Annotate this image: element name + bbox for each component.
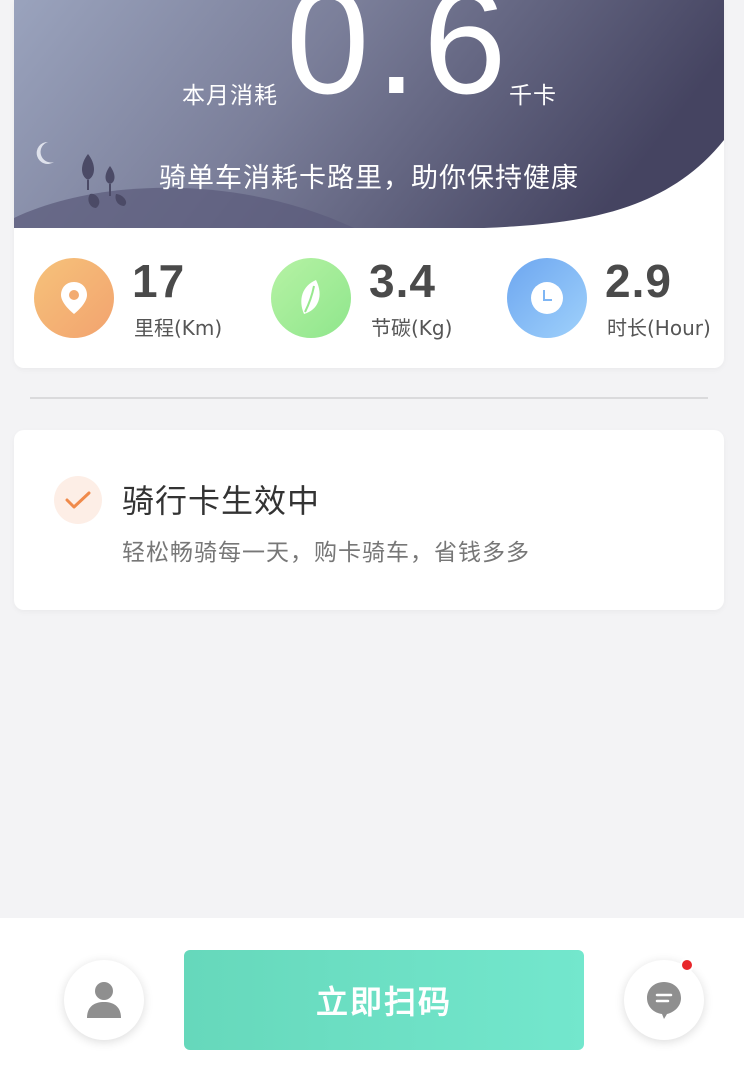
checkmark-icon xyxy=(54,476,102,524)
ride-card-subtitle: 轻松畅骑每一天，购卡骑车，省钱多多 xyxy=(122,540,530,566)
section-divider xyxy=(30,397,708,399)
user-button[interactable] xyxy=(64,960,144,1040)
ride-card-title: 骑行卡生效中 xyxy=(122,482,321,520)
calorie-prefix-label: 本月消耗 xyxy=(182,83,278,109)
location-pin-icon xyxy=(34,258,114,338)
message-icon xyxy=(647,982,681,1019)
scan-now-button[interactable]: 立即扫码 xyxy=(184,950,584,1050)
bottom-bar: 立即扫码 xyxy=(0,918,744,1090)
ride-card-status[interactable]: 骑行卡生效中 轻松畅骑每一天，购卡骑车，省钱多多 xyxy=(14,430,724,610)
clock-icon xyxy=(507,258,587,338)
leaf-icon xyxy=(271,258,351,338)
health-slogan: 骑单车消耗卡路里，助你保持健康 xyxy=(159,163,579,194)
stats-card: 本月消耗 0.6 千卡 骑单车消耗卡路里，助你保持健康 17 里程(Km) 3.… xyxy=(14,0,724,368)
ride-metrics: 17 里程(Km) 3.4 节碳(Kg) 2.9 时长(Hour) xyxy=(14,228,724,368)
message-button[interactable] xyxy=(624,960,704,1040)
carbon-value: 3.4 xyxy=(369,255,436,307)
duration-label: 时长(Hour) xyxy=(607,316,711,340)
distance-label: 里程(Km) xyxy=(134,316,223,340)
duration-value: 2.9 xyxy=(605,255,672,307)
distance-value: 17 xyxy=(132,255,186,307)
calorie-banner: 本月消耗 0.6 千卡 骑单车消耗卡路里，助你保持健康 xyxy=(14,0,724,228)
carbon-label: 节碳(Kg) xyxy=(371,316,453,340)
calorie-unit-label: 千卡 xyxy=(509,83,557,109)
notification-dot xyxy=(680,958,694,972)
calorie-value: 0.6 xyxy=(286,0,513,125)
user-icon xyxy=(87,982,121,1018)
